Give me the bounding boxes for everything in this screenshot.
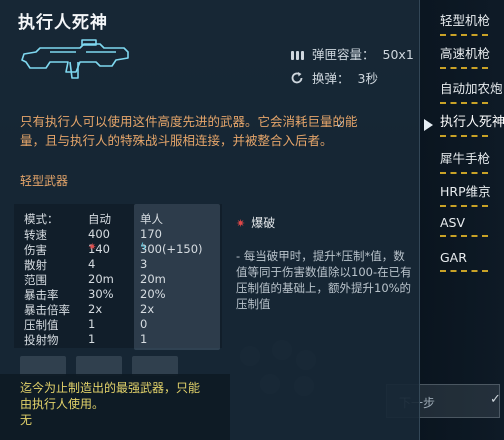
perk-description: - 每当破甲时，提升*压制*值，数值等同于伤害数值除以100-在已有压制值的基础… bbox=[236, 249, 412, 311]
reload-icon bbox=[291, 72, 303, 84]
ammo-capacity-row: 弹匣容量： 50x1 bbox=[290, 44, 414, 63]
stat-name: 伤害 bbox=[24, 243, 47, 257]
list-divider bbox=[440, 172, 488, 174]
stat-single-value: 300(+150) bbox=[140, 242, 203, 256]
list-divider bbox=[440, 102, 488, 104]
ammo-bullets-icon bbox=[291, 51, 304, 60]
weapon-list-item[interactable]: GAR bbox=[440, 250, 488, 272]
ammo-capacity-value: 50x1 bbox=[382, 47, 414, 62]
stat-single-value: 0 bbox=[140, 317, 148, 331]
stat-auto-value: 2x bbox=[88, 302, 103, 316]
perk-title-text: 爆破 bbox=[251, 216, 276, 230]
stat-auto-value: 20m bbox=[88, 272, 114, 286]
weapon-list-label: GAR bbox=[440, 250, 467, 265]
weapon-list-label: 轻型机枪 bbox=[440, 13, 491, 28]
weapon-type: 轻型武器 bbox=[20, 174, 69, 188]
shield-bolt-icon: ϟ bbox=[140, 242, 147, 253]
stat-name: 范围 bbox=[24, 273, 47, 287]
stat-auto-value: 1 bbox=[88, 332, 96, 346]
perk-title: ✷ 爆破 bbox=[236, 214, 275, 231]
stat-single-value: 2x bbox=[140, 302, 155, 316]
stat-name: 散射 bbox=[24, 258, 47, 272]
weapon-list-item[interactable]: 犀牛手枪 bbox=[440, 148, 491, 174]
stat-auto-value: 30% bbox=[88, 287, 114, 301]
stat-name: 转速 bbox=[24, 228, 47, 242]
stats-mode-label: 模式： bbox=[24, 212, 59, 226]
footer-value: 无 bbox=[20, 413, 33, 427]
weapon-list-label: 犀牛手枪 bbox=[440, 151, 491, 166]
list-divider bbox=[440, 34, 488, 36]
list-divider bbox=[440, 235, 488, 237]
weapon-list-item[interactable]: 轻型机枪 bbox=[440, 10, 491, 36]
stat-single-value: 3 bbox=[140, 257, 148, 271]
weapon-list-item[interactable]: ASV bbox=[440, 215, 488, 237]
stat-single-value: 20% bbox=[140, 287, 166, 301]
stats-mode-single: 单人 bbox=[140, 212, 163, 226]
selection-arrow-icon bbox=[424, 119, 433, 131]
weapon-title: 执行人死神 bbox=[18, 13, 108, 33]
stats-mode-auto: 自动 bbox=[88, 212, 111, 226]
reload-label: 换弹： bbox=[312, 71, 350, 86]
weapon-list-item[interactable]: HRP维京 bbox=[440, 181, 491, 207]
stat-auto-value: 1 bbox=[88, 317, 96, 331]
stat-single-value: 20m bbox=[140, 272, 166, 286]
crit-star-icon: ✷ bbox=[88, 242, 97, 253]
list-divider bbox=[440, 67, 488, 69]
reload-value: 3秒 bbox=[357, 71, 378, 86]
weapon-list-item[interactable]: 高速机枪 bbox=[440, 43, 491, 69]
stat-single-value: 1 bbox=[140, 332, 148, 346]
ammo-capacity-label: 弹匣容量： bbox=[312, 47, 375, 62]
weapon-list-label: HRP维京 bbox=[440, 184, 491, 199]
weapon-description: 只有执行人可以使用这件高度先进的武器。它会消耗巨量的能量，且与执行人的特殊战斗服… bbox=[20, 114, 358, 148]
flavor-text: 迄今为止制造出的最强武器，只能由执行人使用。 bbox=[20, 381, 201, 411]
stat-name: 暴击率 bbox=[24, 288, 59, 302]
mode-slot-button[interactable] bbox=[132, 356, 178, 376]
checkmark-icon: ✓ bbox=[490, 392, 501, 407]
weapon-list-label: 自动加农炮 bbox=[440, 81, 503, 96]
weapon-list-label: ASV bbox=[440, 215, 466, 230]
weapon-list-label: 高速机枪 bbox=[440, 46, 491, 61]
weapon-list-item[interactable]: 自动加农炮 bbox=[440, 78, 503, 104]
stat-name: 投射物 bbox=[24, 333, 59, 347]
weapon-list-item-selected[interactable]: 执行人死神 bbox=[440, 111, 504, 137]
list-divider bbox=[440, 270, 488, 272]
list-divider bbox=[440, 205, 488, 207]
stat-auto-value: 4 bbox=[88, 257, 96, 271]
rifle-icon bbox=[21, 39, 129, 79]
mode-slot-button[interactable] bbox=[76, 356, 122, 376]
stat-auto-value: 400 bbox=[88, 227, 110, 241]
mode-slot-button[interactable] bbox=[20, 356, 66, 376]
list-divider bbox=[440, 135, 488, 137]
reload-row: 换弹： 3秒 bbox=[290, 68, 378, 87]
crit-star-icon: ✷ bbox=[236, 217, 246, 230]
stat-name: 暴击倍率 bbox=[24, 303, 70, 317]
stat-single-value: 170 bbox=[140, 227, 162, 241]
weapon-list-label: 执行人死神 bbox=[440, 115, 504, 130]
stat-name: 压制值 bbox=[24, 318, 59, 332]
